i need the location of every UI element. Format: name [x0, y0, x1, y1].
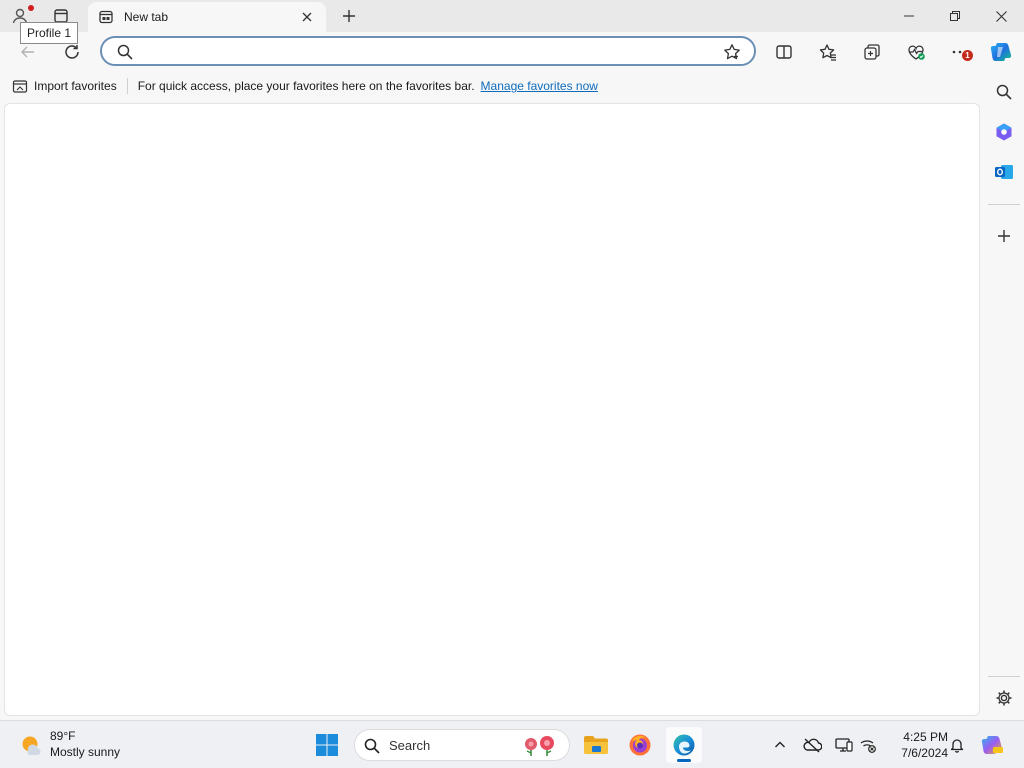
search-icon [364, 738, 380, 754]
taskbar-search-box[interactable]: Search [354, 729, 570, 761]
copilot-icon [996, 123, 1012, 141]
bell-icon [950, 739, 964, 753]
add-favorite-button[interactable] [722, 42, 742, 62]
chevron-up-icon [775, 741, 785, 748]
sidebar-divider [988, 204, 1020, 205]
split-screen-button[interactable] [770, 38, 798, 66]
copilot-icon [990, 43, 1012, 61]
collections-button[interactable] [858, 38, 886, 66]
star-icon [724, 44, 740, 60]
notification-badge: 1 [962, 50, 973, 61]
copilot-button[interactable] [988, 38, 1016, 66]
title-bar: Profile 1 New tab [0, 0, 1024, 44]
import-favorites-button[interactable]: Import favorites [12, 78, 128, 94]
file-explorer-button[interactable] [578, 727, 614, 763]
sidebar-copilot-button[interactable] [990, 118, 1018, 146]
sidebar-divider [988, 676, 1020, 677]
close-window-button[interactable] [978, 0, 1024, 32]
search-icon [117, 44, 133, 60]
minimize-icon [904, 15, 914, 17]
sidebar-add-button[interactable] [990, 222, 1018, 250]
taskbar-search-label: Search [389, 738, 431, 753]
edge-icon [673, 734, 695, 756]
manage-favorites-link[interactable]: Manage favorites now [481, 79, 598, 93]
browser-essentials-icon [908, 45, 925, 60]
clock-date: 7/6/2024 [901, 746, 948, 760]
gear-icon [996, 690, 1012, 706]
display-icon [835, 738, 853, 752]
firefox-icon [629, 734, 651, 756]
restore-button[interactable] [932, 0, 978, 32]
favorites-bar-message: For quick access, place your favorites h… [137, 79, 475, 93]
copilot-icon [981, 736, 1003, 754]
display-tray-button[interactable] [832, 733, 856, 757]
new-tab-button[interactable] [336, 4, 362, 28]
onedrive-icon [803, 738, 822, 753]
profile-notification-dot [28, 5, 34, 11]
plus-icon [343, 10, 355, 22]
split-screen-icon [776, 45, 792, 59]
edge-button[interactable] [666, 727, 702, 763]
taskbar: 89°F Mostly sunny Search 4:25 PM 7/6/202… [0, 720, 1024, 768]
onedrive-tray-button[interactable] [800, 733, 824, 757]
network-icon [860, 740, 876, 753]
address-input[interactable] [142, 42, 712, 62]
notifications-button[interactable] [945, 733, 969, 757]
back-arrow-icon [21, 46, 34, 58]
close-window-icon [995, 10, 1007, 22]
collections-icon [864, 44, 880, 60]
sidebar-search-button[interactable] [990, 78, 1018, 106]
search-icon [996, 84, 1012, 100]
search-highlight-icon [525, 736, 554, 756]
weather-widget[interactable]: 89°F Mostly sunny [16, 727, 146, 763]
weather-condition: Mostly sunny [50, 745, 121, 759]
tab-new-tab[interactable]: New tab [88, 2, 326, 32]
sidebar-outlook-button[interactable] [990, 158, 1018, 186]
browser-essentials-button[interactable] [902, 38, 930, 66]
file-explorer-icon [584, 736, 608, 754]
system-clock[interactable]: 4:25 PM 7/6/2024 [884, 729, 948, 761]
windows-start-icon [316, 734, 338, 756]
browser-toolbar: 1 [0, 32, 1024, 72]
favorites-bar: Import favorites For quick access, place… [0, 72, 984, 100]
minimize-button[interactable] [886, 0, 932, 32]
show-hidden-icons-button[interactable] [768, 733, 792, 757]
new-tab-page-icon [98, 9, 114, 25]
profile-tooltip: Profile 1 [20, 22, 79, 44]
weather-sun-icon [22, 736, 41, 755]
refresh-icon [65, 45, 79, 59]
tab-close-button[interactable] [298, 8, 316, 26]
edge-sidebar [984, 72, 1024, 718]
import-favorites-label: Import favorites [34, 79, 117, 93]
firefox-button[interactable] [622, 727, 658, 763]
plus-icon [998, 230, 1010, 242]
tab-title: New tab [124, 10, 169, 24]
favorites-button[interactable] [814, 38, 842, 66]
copilot-taskbar-button[interactable] [980, 732, 1006, 758]
restore-icon [950, 11, 960, 21]
favorites-icon [819, 44, 836, 61]
address-bar[interactable] [100, 36, 756, 66]
close-icon [302, 12, 312, 22]
import-favorites-icon [12, 80, 28, 93]
outlook-icon [995, 165, 1013, 179]
sidebar-settings-button[interactable] [990, 684, 1018, 712]
clock-time: 4:25 PM [903, 730, 948, 744]
start-button[interactable] [309, 727, 345, 763]
weather-temperature: 89°F [50, 729, 76, 743]
network-tray-button[interactable] [856, 733, 880, 757]
active-app-indicator [677, 759, 691, 762]
page-content[interactable] [4, 103, 980, 716]
settings-and-more-button[interactable]: 1 [946, 38, 974, 66]
